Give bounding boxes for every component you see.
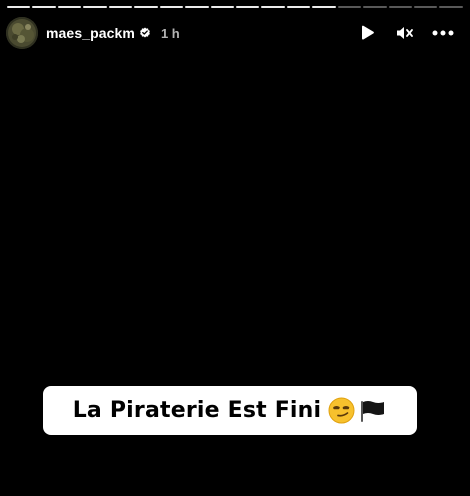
caption-text: La Piraterie Est Fini (72, 398, 322, 423)
progress-segment (439, 6, 463, 8)
progress-segment (159, 6, 184, 8)
verified-badge-icon (139, 27, 151, 39)
progress-segment (414, 6, 438, 8)
story-controls (356, 22, 454, 44)
progress-segment (134, 6, 158, 8)
progress-segment (185, 6, 209, 8)
progress-segment (363, 6, 387, 8)
more-options-button[interactable] (432, 22, 454, 44)
smirk-emoji-icon (328, 397, 355, 424)
story-progress-bar (7, 6, 463, 8)
more-icon (432, 30, 454, 36)
post-time: 1 h (160, 25, 180, 41)
progress-segment (388, 6, 412, 8)
story-caption: La Piraterie Est Fini (43, 386, 417, 435)
progress-segment (32, 6, 56, 8)
play-icon (362, 25, 374, 40)
progress-segment (210, 6, 234, 8)
progress-segment (261, 6, 285, 8)
progress-segment (286, 6, 311, 8)
progress-segment (337, 6, 362, 8)
progress-segment (235, 6, 260, 8)
speaker-muted-icon (397, 27, 413, 39)
progress-segment (83, 6, 107, 8)
play-button[interactable] (356, 22, 378, 44)
story-viewer: maes_packm 1 h La Piraterie Est Fini (0, 0, 470, 496)
black-flag-emoji-icon (359, 399, 387, 423)
progress-segment (108, 6, 133, 8)
username[interactable]: maes_packm (46, 25, 135, 41)
story-header: maes_packm 1 h (6, 16, 454, 50)
profile-avatar[interactable] (6, 17, 38, 49)
progress-segment (312, 6, 336, 8)
progress-segment (7, 6, 31, 8)
mute-button[interactable] (394, 22, 416, 44)
progress-segment (57, 6, 82, 8)
